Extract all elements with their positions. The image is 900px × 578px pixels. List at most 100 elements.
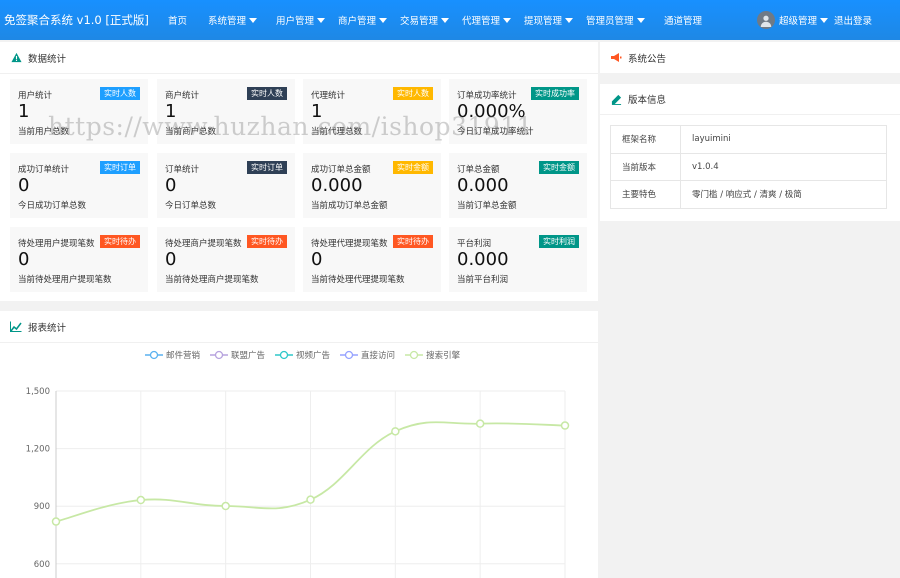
legend-label: 直接访问 (361, 351, 396, 361)
data-point[interactable] (136, 495, 146, 505)
nav-item-6[interactable]: 提现管理 (516, 0, 578, 40)
stat-badge: 实时人数 (247, 87, 287, 100)
stat-value: 0.000 (311, 175, 363, 196)
stat-desc: 今日订单成功率统计 (457, 127, 534, 137)
nav-item-label: 用户管理 (276, 16, 315, 27)
chevron-down-icon (249, 17, 258, 23)
nav-item-label: 代理管理 (462, 16, 501, 27)
stat-desc: 当前待处理用户提现笔数 (18, 275, 112, 285)
legend-item[interactable]: 视频广告 (275, 349, 330, 361)
nav-item-2[interactable]: 用户管理 (268, 0, 330, 40)
data-point[interactable] (51, 517, 61, 526)
chevron-down-icon (441, 17, 450, 23)
brand-title[interactable]: 免签聚合系统 v1.0 [正式版] (0, 12, 160, 28)
stat-card: 订单成功率统计 实时成功率 0.000% 今日订单成功率统计 (449, 79, 587, 144)
nav-item-label: 交易管理 (400, 16, 439, 27)
legend-label: 联盟广告 (231, 351, 266, 361)
stat-title: 待处理商户提现笔数 (165, 239, 242, 249)
chart-legend: 邮件营销 联盟广告 视频广告 直接访问 搜索引擎 (145, 349, 470, 361)
stat-desc: 当前成功订单总金额 (311, 201, 388, 211)
chevron-down-icon (819, 17, 828, 23)
stat-title: 代理统计 (311, 91, 346, 101)
legend-label: 视频广告 (296, 351, 331, 361)
stat-badge: 实时金额 (539, 161, 579, 174)
stat-title: 成功订单统计 (18, 165, 70, 175)
chevron-down-icon (379, 17, 388, 23)
avatar[interactable] (756, 11, 775, 29)
table-row: 框架名称 layuimini (610, 125, 887, 154)
stat-title: 订单总金额 (457, 165, 500, 175)
announcement-title: 系统公告 (628, 53, 667, 65)
stat-badge: 实时人数 (100, 87, 140, 100)
stat-card: 成功订单总金额 实时金额 0.000 当前成功订单总金额 (303, 153, 441, 218)
data-point[interactable] (306, 495, 315, 504)
stat-badge: 实时待办 (100, 235, 140, 248)
announcement-panel: 系统公告 (600, 42, 900, 73)
stat-badge: 实时人数 (393, 87, 433, 100)
nav-item-0[interactable]: 首页 (160, 0, 200, 40)
data-point[interactable] (391, 427, 400, 436)
y-tick-label: 900 (34, 502, 50, 512)
stat-title: 订单统计 (165, 165, 200, 175)
warning-icon (10, 52, 22, 64)
table-row: 主要特色 零门槛 / 响应式 / 清爽 / 极简 (610, 180, 887, 209)
nav-item-label: 通道管理 (664, 16, 703, 27)
line-chart-icon (10, 321, 22, 333)
legend-label: 邮件营销 (166, 351, 201, 361)
stat-badge: 实时订单 (100, 161, 140, 174)
version-panel: 版本信息 框架名称 layuimini 当前版本 v1.0.4 主要特色 零门槛 / 响应… (600, 84, 900, 221)
user-icon (760, 15, 772, 27)
data-point[interactable] (221, 501, 230, 511)
chevron-down-icon (636, 17, 645, 23)
stats-panel: 数据统计 用户统计 实时人数 1 当前用户总数 商户统计 实时人数 1 当前商户总数 代理统计实… (0, 42, 598, 301)
stat-title: 待处理代理提现笔数 (311, 239, 388, 249)
legend-marker-icon (405, 350, 424, 360)
table-row: 当前版本 v1.0.4 (610, 152, 887, 181)
stat-value: 0.000% (457, 101, 526, 122)
stat-desc: 当前待处理代理提现笔数 (311, 275, 405, 285)
stats-panel-title: 数据统计 (28, 53, 67, 65)
legend-marker-icon (145, 350, 163, 360)
legend-item[interactable]: 直接访问 (340, 349, 395, 361)
legend-item[interactable]: 联盟广告 (210, 349, 265, 361)
chevron-down-icon (503, 17, 512, 23)
stat-desc: 当前平台利润 (457, 275, 509, 285)
stat-card: 用户统计 实时人数 1 当前用户总数 (10, 79, 148, 144)
stats-panel-header: 数据统计 (0, 42, 598, 74)
stat-desc: 当前用户总数 (18, 127, 70, 137)
nav-item-5[interactable]: 代理管理 (454, 0, 516, 40)
stat-card: 待处理代理提现笔数 实时待办 0 当前待处理代理提现笔数 (303, 227, 441, 292)
version-table: 框架名称 layuimini 当前版本 v1.0.4 主要特色 零门槛 / 响应式 / 清… (610, 125, 887, 209)
nav-item-1[interactable]: 系统管理 (200, 0, 268, 40)
stat-card: 待处理用户提现笔数 实时待办 0 当前待处理用户提现笔数 (10, 227, 148, 292)
stat-card: 成功订单统计 实时订单 0 今日成功订单总数 (10, 153, 148, 218)
user-menu-label[interactable]: 超级管理 (779, 13, 817, 27)
stat-value: 0 (165, 175, 177, 196)
stat-desc: 当前订单总金额 (457, 201, 517, 211)
stat-value: 0.000 (457, 249, 509, 270)
stat-title: 商户统计 (165, 91, 200, 101)
nav-item-7[interactable]: 管理员管理 (578, 0, 656, 40)
version-value: layuimini (680, 125, 887, 154)
stat-card: 订单统计 实时订单 0 今日订单总数 (157, 153, 295, 218)
stat-desc: 当前待处理商户提现笔数 (165, 275, 259, 285)
legend-item[interactable]: 搜索引擎 (405, 349, 460, 361)
top-navbar: 免签聚合系统 v1.0 [正式版] 首页 系统管理 用户管理 商户管理 交易管理 代理管理… (0, 0, 900, 40)
main-nav: 首页 系统管理 用户管理 商户管理 交易管理 代理管理 提现管理 管理员管理 通道管理 (160, 0, 706, 40)
stat-card: 待处理商户提现笔数 实时待办 0 当前待处理商户提现笔数 (157, 227, 295, 292)
legend-item[interactable]: 邮件营销 (145, 349, 200, 361)
stat-desc: 当前代理总数 (311, 127, 363, 137)
stat-value: 1 (311, 101, 323, 122)
nav-item-8[interactable]: 通道管理 (656, 0, 706, 40)
nav-item-4[interactable]: 交易管理 (392, 0, 454, 40)
nav-item-label: 管理员管理 (586, 16, 634, 27)
stat-card: 订单总金额 实时金额 0.000 当前订单总金额 (449, 153, 587, 218)
data-point[interactable] (475, 419, 485, 428)
version-key: 主要特色 (610, 180, 681, 209)
logout-link[interactable]: 退出登录 (834, 13, 872, 27)
data-point[interactable] (560, 421, 570, 430)
nav-item-3[interactable]: 商户管理 (330, 0, 392, 40)
legend-marker-icon (340, 350, 359, 360)
stat-badge: 实时利润 (539, 235, 579, 248)
version-value: 零门槛 / 响应式 / 清爽 / 极简 (680, 180, 887, 209)
